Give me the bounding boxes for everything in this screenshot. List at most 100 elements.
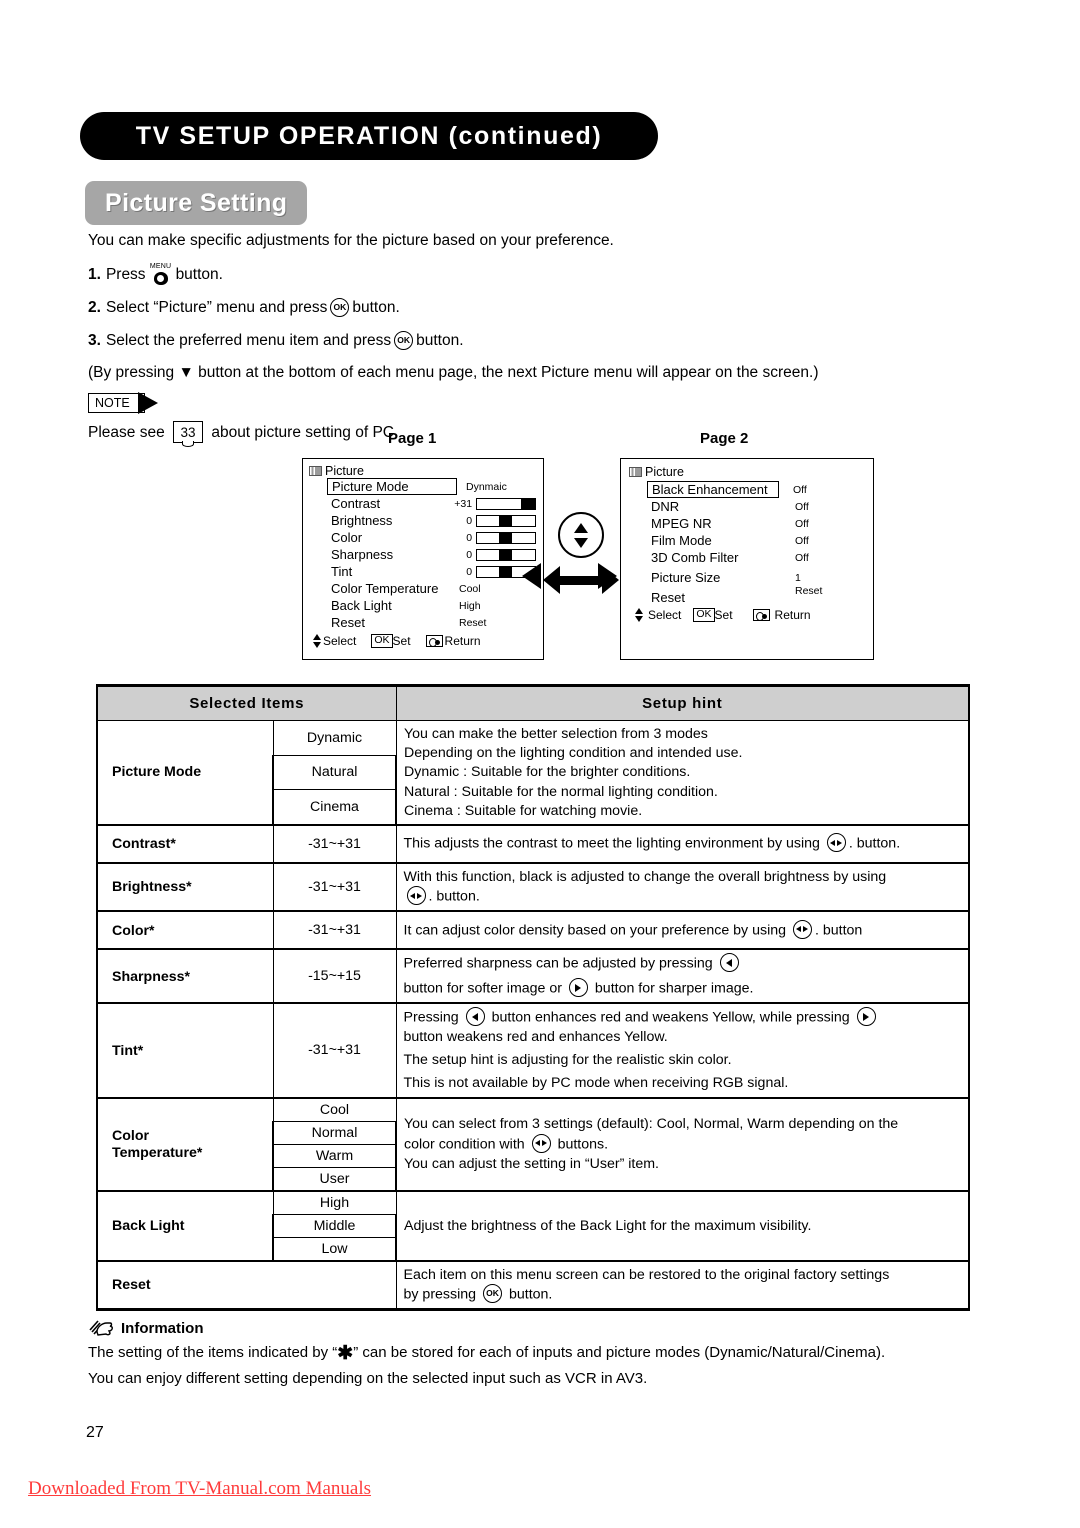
osd-slider-brightness[interactable] — [476, 514, 536, 527]
hint-text-b: button for softer image or — [403, 980, 563, 997]
row-label-text: Color — [112, 922, 150, 939]
osd-value-sharpness: 0 — [466, 548, 473, 561]
osd-value-dnr: Off — [795, 500, 809, 513]
osd-row-brightness[interactable]: Brightness 0 — [331, 512, 536, 529]
picture-menu-icon — [309, 466, 322, 476]
section-title: Picture Setting — [105, 188, 288, 217]
osd-row-black-enhancement[interactable]: Black Enhancement Off — [647, 481, 866, 498]
right-button-icon — [856, 1007, 876, 1027]
row-value-picture-mode-cinema: Cinema — [272, 789, 397, 826]
row-hint-brightness: With this function, black is adjusted to… — [395, 861, 970, 912]
hint-text-b: button enhances red and weakens Yellow, … — [491, 1009, 850, 1026]
row-value-color-temp-user: User — [272, 1166, 397, 1192]
osd-row-picture-size[interactable]: Picture Size 1 — [651, 569, 866, 586]
left-right-button-icon — [406, 886, 426, 906]
hint-text-b: by pressing — [403, 1285, 477, 1302]
row-value-sharpness: -15~+15 — [272, 948, 397, 1004]
osd-label-dnr: DNR — [651, 499, 680, 514]
row-label-contrast: Contrast* — [96, 823, 274, 864]
osd-row-mpeg-nr[interactable]: MPEG NR Off — [651, 515, 866, 532]
note-badge-label: NOTE — [88, 393, 145, 413]
ok-button-icon: OK — [394, 330, 414, 350]
hint-line: Natural : Suitable for the normal lighti… — [404, 783, 718, 800]
row-label-sharpness: Sharpness* — [96, 948, 274, 1004]
row-label-text: Contrast — [112, 836, 171, 853]
row-hint-contrast: This adjusts the contrast to meet the li… — [395, 823, 970, 864]
information-line-1: The setting of the items indicated by “✱… — [88, 1342, 988, 1367]
osd-page1-title-row: Picture — [309, 464, 536, 478]
osd-row-color-temperature[interactable]: Color Temperature Cool — [331, 580, 536, 597]
row-label-tint: Tint* — [96, 1002, 274, 1099]
step-1: 1. Press MENU button. — [88, 263, 988, 285]
step-2-text-after: button. — [352, 299, 400, 316]
settings-table: Selected Items Setup hint Picture Mode D… — [96, 684, 970, 1311]
step-1-text-before: Press — [105, 265, 146, 283]
row-hint-color: It can adjust color density based on you… — [395, 910, 970, 950]
return-icon — [425, 635, 443, 647]
row-label-line2-wrap: Temperature* — [112, 1144, 265, 1161]
star-marker: * — [186, 878, 192, 895]
osd-row-tint[interactable]: Tint 0 — [331, 563, 536, 580]
row-label-color-temperature: Color Temperature* — [96, 1096, 274, 1192]
table-header: Selected Items Setup hint — [96, 684, 970, 721]
step-2: 2. Select “Picture” menu and press OK bu… — [88, 297, 988, 318]
osd-row-contrast[interactable]: Contrast +31 — [331, 495, 536, 512]
osd-label-picture-size: Picture Size — [651, 570, 721, 585]
osd-slider-contrast[interactable] — [476, 497, 536, 510]
hint-line-b: button weakens red and enhances Yellow. — [403, 1029, 668, 1046]
osd-row-3d-comb-filter[interactable]: 3D Comb Filter Off — [651, 549, 866, 566]
hint-text-a: Pressing — [403, 1009, 459, 1026]
row-hint-back-light: Adjust the brightness of the Back Light … — [395, 1189, 970, 1262]
row-label-text: Tint — [112, 1042, 138, 1059]
osd-row-picture-mode[interactable]: Picture Mode Dynmaic — [327, 478, 536, 495]
osd-label-3d-comb-filter: 3D Comb Filter — [651, 550, 739, 565]
table-row-contrast: Contrast* -31~+31 This adjusts the contr… — [96, 823, 970, 864]
information-line-2: You can enjoy different setting dependin… — [88, 1369, 648, 1387]
step-1-number: 1. — [88, 265, 101, 283]
osd-row-reset[interactable]: Reset Reset — [331, 614, 536, 631]
osd-page2-title-row: Picture — [629, 465, 866, 479]
osd-value-3d-comb-filter: Off — [795, 551, 809, 564]
osd-page2-title: Picture — [645, 465, 684, 479]
osd-row-back-light[interactable]: Back Light High — [331, 597, 536, 614]
page1-label: Page 1 — [388, 430, 437, 447]
hint-text-c: buttons. — [557, 1135, 609, 1152]
down-arrow-icon — [574, 537, 588, 548]
hint-text-c: button for sharper image. — [594, 980, 754, 997]
hint-line: Cinema : Suitable for watching movie. — [404, 802, 643, 819]
osd-slider-color[interactable] — [476, 531, 536, 544]
osd-value-color-temperature: Cool — [459, 582, 481, 595]
page2-label: Page 2 — [700, 430, 749, 447]
osd-row-dnr[interactable]: DNR Off — [651, 498, 866, 515]
osd-row-sharpness[interactable]: Sharpness 0 — [331, 546, 536, 563]
table-row-back-light: Back Light High Adjust the brightness of… — [96, 1189, 970, 1262]
osd-page1-title: Picture — [325, 464, 364, 478]
hand-pointing-icon — [89, 1320, 113, 1336]
hint-line-c: You can adjust the setting in “User” ite… — [404, 1155, 659, 1172]
osd-label-black-enhancement: Black Enhancement — [647, 481, 779, 498]
osd-slider-sharpness[interactable] — [476, 548, 536, 561]
osd-value-reset-page2: Reset — [795, 584, 823, 597]
osd-label-picture-mode: Picture Mode — [327, 478, 457, 495]
row-value-picture-mode-natural: Natural — [272, 754, 397, 791]
osd-row-film-mode[interactable]: Film Mode Off — [651, 532, 866, 549]
step-2-text-before: Select “Picture” menu and press — [105, 299, 328, 316]
up-down-arrows-icon — [313, 634, 321, 648]
page1-pointer-arrow-icon — [522, 563, 541, 589]
osd-row-reset-page2[interactable]: Reset Reset — [651, 585, 866, 606]
row-value-back-light-middle: Middle — [272, 1213, 397, 1238]
up-arrow-icon — [574, 522, 588, 533]
hint-line-a: You can select from 3 settings (default)… — [404, 1116, 899, 1133]
row-label-line2: Temperature — [112, 1144, 197, 1161]
hint-line-c: The setup hint is adjusting for the real… — [403, 1052, 732, 1069]
osd-page1-select-label: Select — [323, 634, 357, 648]
osd-page2: Picture Black Enhancement Off DNR Off MP… — [620, 458, 874, 660]
osd-label-color: Color — [331, 530, 363, 545]
hint-text-b: . button — [814, 921, 863, 938]
row-hint-sharpness: Preferred sharpness can be adjusted by p… — [395, 948, 970, 1004]
osd-label-contrast: Contrast — [331, 496, 381, 511]
osd-row-color[interactable]: Color 0 — [331, 529, 536, 546]
osd-label-reset: Reset — [331, 615, 365, 630]
arrow-head-left — [543, 566, 560, 594]
step-3: 3. Select the preferred menu item and pr… — [88, 330, 988, 351]
